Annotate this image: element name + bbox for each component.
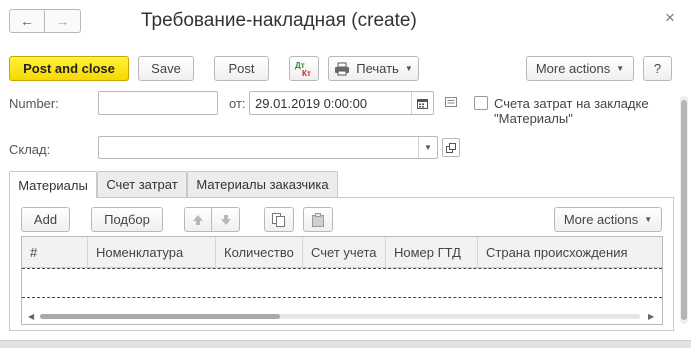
column-header-account[interactable]: Счет учета bbox=[303, 237, 386, 268]
dt-kt-icon: Дт Кт bbox=[295, 61, 311, 78]
warehouse-input[interactable]: ▼ bbox=[98, 136, 438, 159]
scroll-left-icon[interactable]: ◀ bbox=[28, 312, 34, 321]
post-button[interactable]: Post bbox=[214, 56, 269, 81]
table-header: # Номенклатура Количество Счет учета Ном… bbox=[22, 237, 662, 268]
chevron-down-icon: ▼ bbox=[404, 64, 413, 73]
date-input[interactable]: 29.01.2019 0:00:00 bbox=[249, 91, 434, 115]
more-actions-button[interactable]: More actions ▼ bbox=[526, 56, 634, 81]
table-more-actions-label: More actions bbox=[563, 212, 639, 227]
more-actions-label: More actions bbox=[535, 61, 611, 76]
chevron-down-icon: ▼ bbox=[644, 215, 653, 224]
horizontal-scrollbar[interactable]: ◀ ▶ bbox=[22, 308, 662, 324]
move-up-button[interactable] bbox=[184, 207, 212, 232]
paste-button[interactable] bbox=[303, 207, 333, 232]
cost-accounts-label: Счета затрат на закладке "Материалы" bbox=[494, 96, 649, 126]
chevron-down-icon: ▼ bbox=[616, 64, 625, 73]
print-label: Печать bbox=[356, 61, 399, 76]
add-row-button[interactable]: Add bbox=[21, 207, 70, 232]
table-row[interactable] bbox=[22, 268, 662, 298]
number-label: Number: bbox=[9, 96, 59, 111]
tab-cost-account[interactable]: Счет затрат bbox=[97, 171, 187, 197]
save-button[interactable]: Save bbox=[138, 56, 194, 81]
copy-button[interactable] bbox=[264, 207, 294, 232]
calendar-button[interactable] bbox=[411, 92, 433, 114]
select-items-button[interactable]: Подбор bbox=[91, 207, 163, 232]
arrow-right-icon: → bbox=[55, 13, 70, 29]
date-value: 29.01.2019 0:00:00 bbox=[255, 96, 368, 111]
scroll-right-icon[interactable]: ▶ bbox=[648, 312, 654, 321]
chevron-down-icon: ▼ bbox=[424, 143, 432, 152]
column-header-nomenclature[interactable]: Номенклатура bbox=[88, 237, 216, 268]
copy-icon bbox=[272, 212, 285, 227]
warehouse-label: Склад: bbox=[9, 142, 51, 157]
close-icon[interactable]: × bbox=[665, 8, 675, 28]
arrow-up-icon bbox=[193, 214, 203, 225]
window-title: Требование-накладная (create) bbox=[141, 10, 417, 31]
print-button[interactable]: Печать ▼ bbox=[328, 56, 419, 81]
tab-materials[interactable]: Материалы bbox=[9, 171, 97, 198]
number-input[interactable] bbox=[98, 91, 218, 115]
printer-icon bbox=[335, 62, 350, 75]
dt-kt-button[interactable]: Дт Кт bbox=[289, 56, 319, 81]
paste-icon bbox=[312, 212, 324, 227]
window-bottom-edge bbox=[0, 340, 691, 348]
open-icon bbox=[446, 142, 456, 153]
cost-accounts-checkbox[interactable] bbox=[474, 96, 488, 110]
scroll-thumb[interactable] bbox=[40, 314, 280, 319]
kt-label: Кт bbox=[302, 69, 311, 78]
back-button[interactable]: ← bbox=[9, 9, 45, 33]
cost-accounts-label-line1: Счета затрат на закладке bbox=[494, 96, 649, 111]
materials-table: # Номенклатура Количество Счет учета Ном… bbox=[21, 236, 663, 325]
table-more-actions-button[interactable]: More actions ▼ bbox=[554, 207, 662, 232]
arrow-down-icon bbox=[220, 214, 231, 225]
column-header-country-of-origin[interactable]: Страна происхождения bbox=[478, 237, 662, 268]
column-header-customs-number[interactable]: Номер ГТД bbox=[386, 237, 478, 268]
help-button[interactable]: ? bbox=[643, 56, 672, 81]
warehouse-open-button[interactable] bbox=[442, 138, 460, 157]
forward-button[interactable]: → bbox=[45, 9, 81, 33]
vertical-scrollbar-thumb[interactable] bbox=[681, 100, 687, 320]
tab-customer-materials[interactable]: Материалы заказчика bbox=[187, 171, 338, 197]
date-label: от: bbox=[229, 96, 246, 111]
warehouse-dropdown-button[interactable]: ▼ bbox=[418, 137, 437, 158]
move-down-button[interactable] bbox=[212, 207, 240, 232]
column-header-quantity[interactable]: Количество bbox=[216, 237, 303, 268]
calendar-icon bbox=[417, 98, 428, 109]
arrow-left-icon: ← bbox=[20, 13, 34, 29]
details-icon[interactable] bbox=[445, 97, 457, 107]
post-and-close-button[interactable]: Post and close bbox=[9, 56, 129, 81]
column-header-number[interactable]: # bbox=[22, 237, 88, 268]
cost-accounts-label-line2: "Материалы" bbox=[494, 111, 573, 126]
